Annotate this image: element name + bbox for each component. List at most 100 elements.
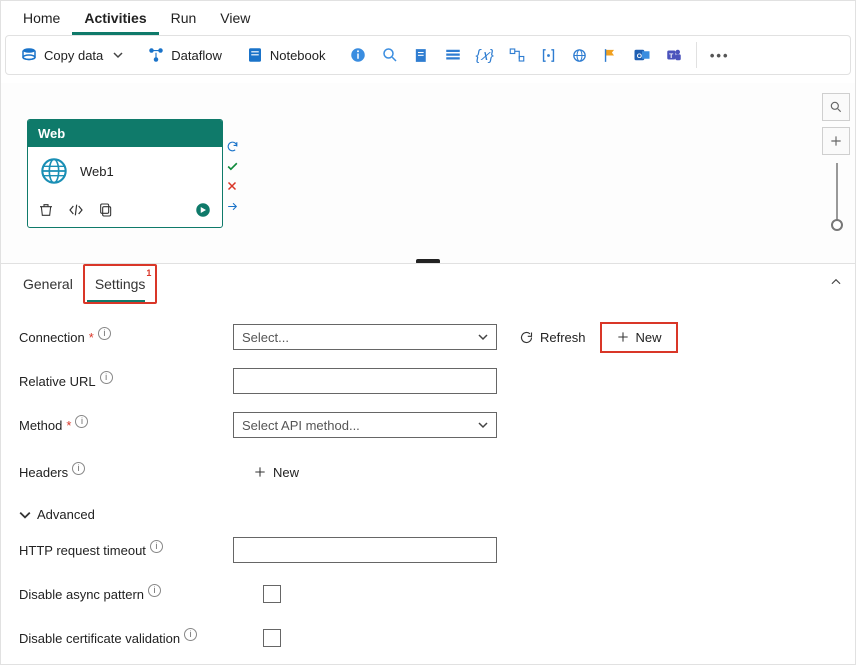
globe-icon bbox=[571, 47, 588, 64]
variable-icon: {𝑥} bbox=[476, 47, 494, 64]
disable-cert-label: Disable certificate validation i bbox=[19, 631, 259, 646]
x-handle-icon[interactable] bbox=[225, 179, 239, 193]
design-canvas[interactable]: Web Web1 bbox=[1, 83, 855, 263]
trash-icon[interactable] bbox=[38, 202, 54, 218]
method-select[interactable]: Select API method... bbox=[233, 412, 497, 438]
toolbar-divider bbox=[696, 42, 697, 68]
copy-icon[interactable] bbox=[98, 202, 114, 218]
activity-name-label: Web1 bbox=[80, 164, 114, 179]
forward-handle-icon[interactable] bbox=[225, 199, 239, 213]
info-icon[interactable]: i bbox=[184, 628, 197, 641]
outlook-icon: O bbox=[633, 46, 651, 64]
code-icon[interactable] bbox=[68, 202, 84, 218]
zoom-slider-knob[interactable] bbox=[831, 219, 843, 231]
required-asterisk: * bbox=[66, 418, 71, 433]
settings-form: Connection * i Select... Refresh New bbox=[1, 303, 855, 665]
script-icon bbox=[413, 47, 430, 64]
activity-side-handles bbox=[225, 139, 239, 213]
toolbar-teams-button[interactable]: T bbox=[658, 40, 690, 70]
zoom-slider-track[interactable] bbox=[836, 163, 838, 223]
menu-activities[interactable]: Activities bbox=[72, 2, 158, 35]
notebook-button[interactable]: Notebook bbox=[238, 40, 334, 70]
chevron-down-icon bbox=[478, 332, 488, 342]
undo-handle-icon[interactable] bbox=[225, 139, 239, 153]
tab-settings-label: Settings bbox=[95, 276, 146, 292]
dataflow-button[interactable]: Dataflow bbox=[139, 40, 230, 70]
plus-icon bbox=[253, 465, 267, 479]
toolbar-search-button[interactable] bbox=[374, 40, 406, 70]
chevron-down-icon bbox=[19, 509, 31, 521]
refresh-label: Refresh bbox=[540, 330, 586, 345]
check-handle-icon[interactable] bbox=[225, 159, 239, 173]
chevron-up-icon bbox=[829, 275, 843, 289]
globe-icon bbox=[40, 157, 68, 185]
copy-data-label: Copy data bbox=[44, 48, 103, 63]
info-icon[interactable]: i bbox=[150, 540, 163, 553]
toolbar-overflow-button[interactable]: ••• bbox=[703, 42, 737, 69]
menu-view[interactable]: View bbox=[208, 2, 262, 35]
toolbar-flag-button[interactable] bbox=[595, 41, 626, 70]
info-icon[interactable]: i bbox=[72, 462, 85, 475]
toolbar-variable-button[interactable]: {𝑥} bbox=[469, 41, 501, 70]
menu-home[interactable]: Home bbox=[11, 2, 72, 35]
refresh-button[interactable]: Refresh bbox=[511, 326, 594, 349]
info-icon[interactable]: i bbox=[75, 415, 88, 428]
canvas-zoom-in-button[interactable] bbox=[822, 127, 850, 155]
top-menu-bar: Home Activities Run View bbox=[1, 1, 855, 35]
plus-icon bbox=[616, 330, 630, 344]
info-icon[interactable]: i bbox=[98, 327, 111, 340]
toolbar-bracket-button[interactable] bbox=[533, 41, 564, 70]
run-arrow-icon[interactable] bbox=[194, 201, 212, 219]
ellipsis-icon: ••• bbox=[710, 48, 730, 63]
tab-settings-badge: 1 bbox=[146, 268, 151, 278]
headers-label: Headers i bbox=[19, 465, 233, 480]
info-icon[interactable]: i bbox=[100, 371, 113, 384]
refresh-icon bbox=[519, 330, 534, 345]
menu-run[interactable]: Run bbox=[159, 2, 209, 35]
activities-toolbar: Copy data Dataflow Notebook {𝑥} bbox=[5, 35, 851, 75]
toolbar-info-button[interactable] bbox=[342, 40, 374, 70]
dataflow-label: Dataflow bbox=[171, 48, 222, 63]
connection-select[interactable]: Select... bbox=[233, 324, 497, 350]
bracket-icon bbox=[540, 47, 557, 64]
dataflow-icon bbox=[147, 46, 165, 64]
new-connection-label: New bbox=[636, 330, 662, 345]
toolbar-list-button[interactable] bbox=[437, 40, 469, 70]
new-connection-button[interactable]: New bbox=[600, 322, 678, 353]
required-asterisk: * bbox=[89, 330, 94, 345]
disable-async-label: Disable async pattern i bbox=[19, 587, 233, 602]
teams-icon: T bbox=[665, 46, 683, 64]
pipeline-icon bbox=[508, 46, 526, 64]
notebook-icon bbox=[246, 46, 264, 64]
web-activity-card[interactable]: Web Web1 bbox=[27, 119, 223, 228]
flag-icon bbox=[602, 47, 619, 64]
toolbar-outlook-button[interactable]: O bbox=[626, 40, 658, 70]
relative-url-input[interactable] bbox=[233, 368, 497, 394]
activity-type-label: Web bbox=[28, 120, 222, 147]
list-icon bbox=[444, 46, 462, 64]
info-icon[interactable]: i bbox=[148, 584, 161, 597]
http-timeout-input[interactable] bbox=[233, 537, 497, 563]
search-icon bbox=[381, 46, 399, 64]
copy-data-button[interactable]: Copy data bbox=[12, 40, 131, 70]
toolbar-globe-button[interactable] bbox=[564, 41, 595, 70]
canvas-right-rail bbox=[821, 93, 851, 155]
tab-general[interactable]: General bbox=[13, 266, 83, 302]
add-header-label: New bbox=[273, 465, 299, 480]
http-timeout-label: HTTP request timeout i bbox=[19, 543, 233, 558]
advanced-section-toggle[interactable]: Advanced bbox=[19, 507, 837, 522]
info-icon bbox=[349, 46, 367, 64]
disable-async-checkbox[interactable] bbox=[263, 585, 281, 603]
toolbar-pipeline-button[interactable] bbox=[501, 40, 533, 70]
connection-label: Connection * i bbox=[19, 330, 233, 345]
plus-icon bbox=[829, 134, 843, 148]
add-header-button[interactable]: New bbox=[245, 461, 307, 484]
toolbar-script-button[interactable] bbox=[406, 41, 437, 70]
method-select-placeholder: Select API method... bbox=[242, 418, 360, 433]
tab-settings[interactable]: Settings 1 bbox=[83, 264, 158, 304]
advanced-label: Advanced bbox=[37, 507, 95, 522]
svg-text:O: O bbox=[637, 53, 642, 60]
canvas-search-button[interactable] bbox=[822, 93, 850, 121]
disable-cert-checkbox[interactable] bbox=[263, 629, 281, 647]
panel-collapse-button[interactable] bbox=[829, 275, 843, 292]
